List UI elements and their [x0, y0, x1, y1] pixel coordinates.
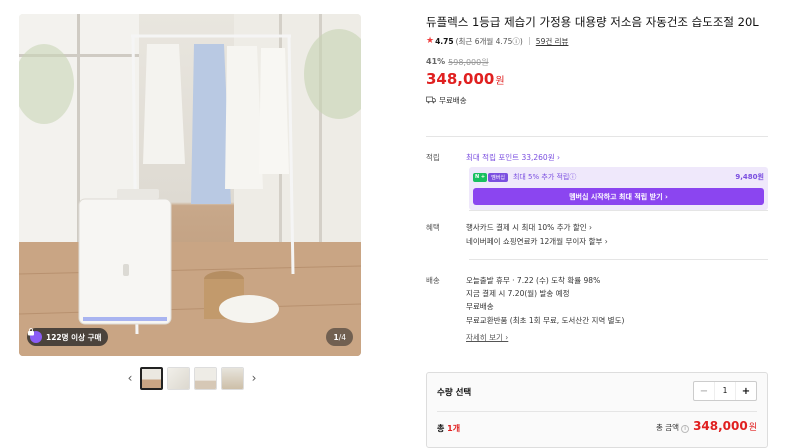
delivery-dispatch: 지금 결제 시 7.20(월) 발송 예정	[466, 289, 570, 298]
card-discount-benefit[interactable]: 행사카드 결제 시 최대 10% 추가 할인 ›	[466, 222, 592, 233]
star-icon: ★	[426, 36, 435, 46]
bag-icon	[28, 328, 42, 343]
membership-chip: 멤버십	[488, 172, 508, 182]
delivery-free-return: 무료교환반품 (최초 1회 무료, 도서산간 지역 별도)	[466, 316, 625, 325]
thumbnail-prev-button[interactable]: ‹	[124, 366, 136, 390]
dehumidifier-scene-illustration	[19, 14, 361, 356]
main-product-image[interactable]: 122명 이상 구매 1 /4	[19, 14, 361, 356]
product-title: 듀플렉스 1등급 제습기 가정용 대용량 저소음 자동건조 습도조절 20L	[426, 15, 759, 29]
naverplus-chip: N +	[473, 172, 488, 182]
thumbnail-2[interactable]	[167, 366, 190, 390]
quantity-value[interactable]: 1	[714, 382, 736, 400]
sale-price-unit: 원	[495, 76, 505, 87]
total-amount-value: 348,000	[693, 419, 748, 433]
start-membership-button[interactable]: 멤버십 시작하고 최대 적립 받기 ›	[473, 188, 764, 205]
total-amount-label: 총 금액	[655, 423, 680, 432]
discount-rate: 41%	[426, 57, 446, 66]
sale-price-value: 348,000	[426, 70, 495, 88]
naverpay-membership-box: N + 멤버십 최대 5% 추가 적립ⓘ 9,480원 멤버십 시작하고 최대 …	[469, 167, 768, 210]
total-count-prefix: 총	[437, 424, 448, 433]
thumbnail-strip: ‹ ›	[124, 366, 260, 390]
quantity-label: 수량 선택	[437, 388, 472, 398]
thumbnail-next-button[interactable]: ›	[248, 366, 260, 390]
thumbnail-4[interactable]	[221, 366, 244, 390]
quantity-box: 수량 선택 − 1 + 총 1개 총 금액 i 348,000 원	[426, 372, 768, 448]
rating-value: 4.75	[435, 36, 454, 46]
delivery-label: 배송	[426, 276, 440, 285]
installment-benefit[interactable]: 네이버페이 쇼핑연료카 12개월 무이자 할부 ›	[466, 236, 608, 247]
delivery-eta: 오늘출발 휴무 · 7.22 (수) 도착 확률 98%	[466, 276, 601, 285]
quantity-minus-button[interactable]: −	[694, 382, 714, 400]
total-amount: 총 금액 i 348,000 원	[656, 419, 757, 433]
image-counter-total: /4	[338, 332, 346, 342]
benefits-label: 혜택	[426, 223, 440, 232]
membership-extra-text[interactable]: 최대 5% 추가 적립ⓘ	[513, 172, 576, 182]
total-amount-unit: 원	[748, 423, 757, 433]
quantity-divider	[437, 411, 757, 412]
section-divider	[469, 210, 768, 211]
quantity-stepper: − 1 +	[693, 381, 757, 401]
max-points-link[interactable]: 최대 적립 포인트 33,260원 ›	[466, 152, 560, 163]
total-count-value: 1개	[447, 424, 461, 433]
points-label: 적립	[426, 153, 440, 162]
truck-icon	[426, 96, 436, 106]
delivery-free: 무료배송	[466, 302, 494, 311]
delivery-details-link[interactable]: 자세히 보기 ›	[466, 332, 508, 343]
section-divider	[426, 136, 768, 137]
review-count-link[interactable]: 59건 리뷰	[536, 36, 569, 47]
divider	[528, 37, 530, 45]
shipping-text: 무료배송	[439, 96, 467, 105]
info-icon[interactable]: i	[681, 424, 690, 433]
image-counter: 1 /4	[326, 328, 353, 346]
price-original-row: 41% 598,000원	[426, 57, 768, 68]
rating-detail[interactable]: (최근 6개월 4.75ⓘ)	[456, 36, 523, 47]
shipping-row: 무료배송	[426, 95, 768, 106]
membership-extra-row: N + 멤버십 최대 5% 추가 적립ⓘ 9,480원	[473, 172, 764, 182]
original-price: 598,000원	[448, 58, 489, 67]
quantity-plus-button[interactable]: +	[736, 382, 756, 400]
thumbnail-3[interactable]	[194, 366, 217, 390]
rating-row: ★ 4.75 (최근 6개월 4.75ⓘ) 59건 리뷰	[426, 35, 768, 47]
buyers-count-badge: 122명 이상 구매	[27, 328, 109, 346]
section-divider	[469, 259, 768, 260]
total-count: 총 1개	[437, 423, 460, 434]
buyers-count-text: 122명 이상 구매	[46, 332, 102, 342]
sale-price: 348,000 원	[426, 70, 768, 88]
membership-extra-value: 9,480원	[735, 173, 764, 181]
thumbnail-1[interactable]	[140, 366, 163, 390]
product-info: 듀플렉스 1등급 제습기 가정용 대용량 저소음 자동건조 습도조절 20L ★…	[426, 14, 768, 106]
